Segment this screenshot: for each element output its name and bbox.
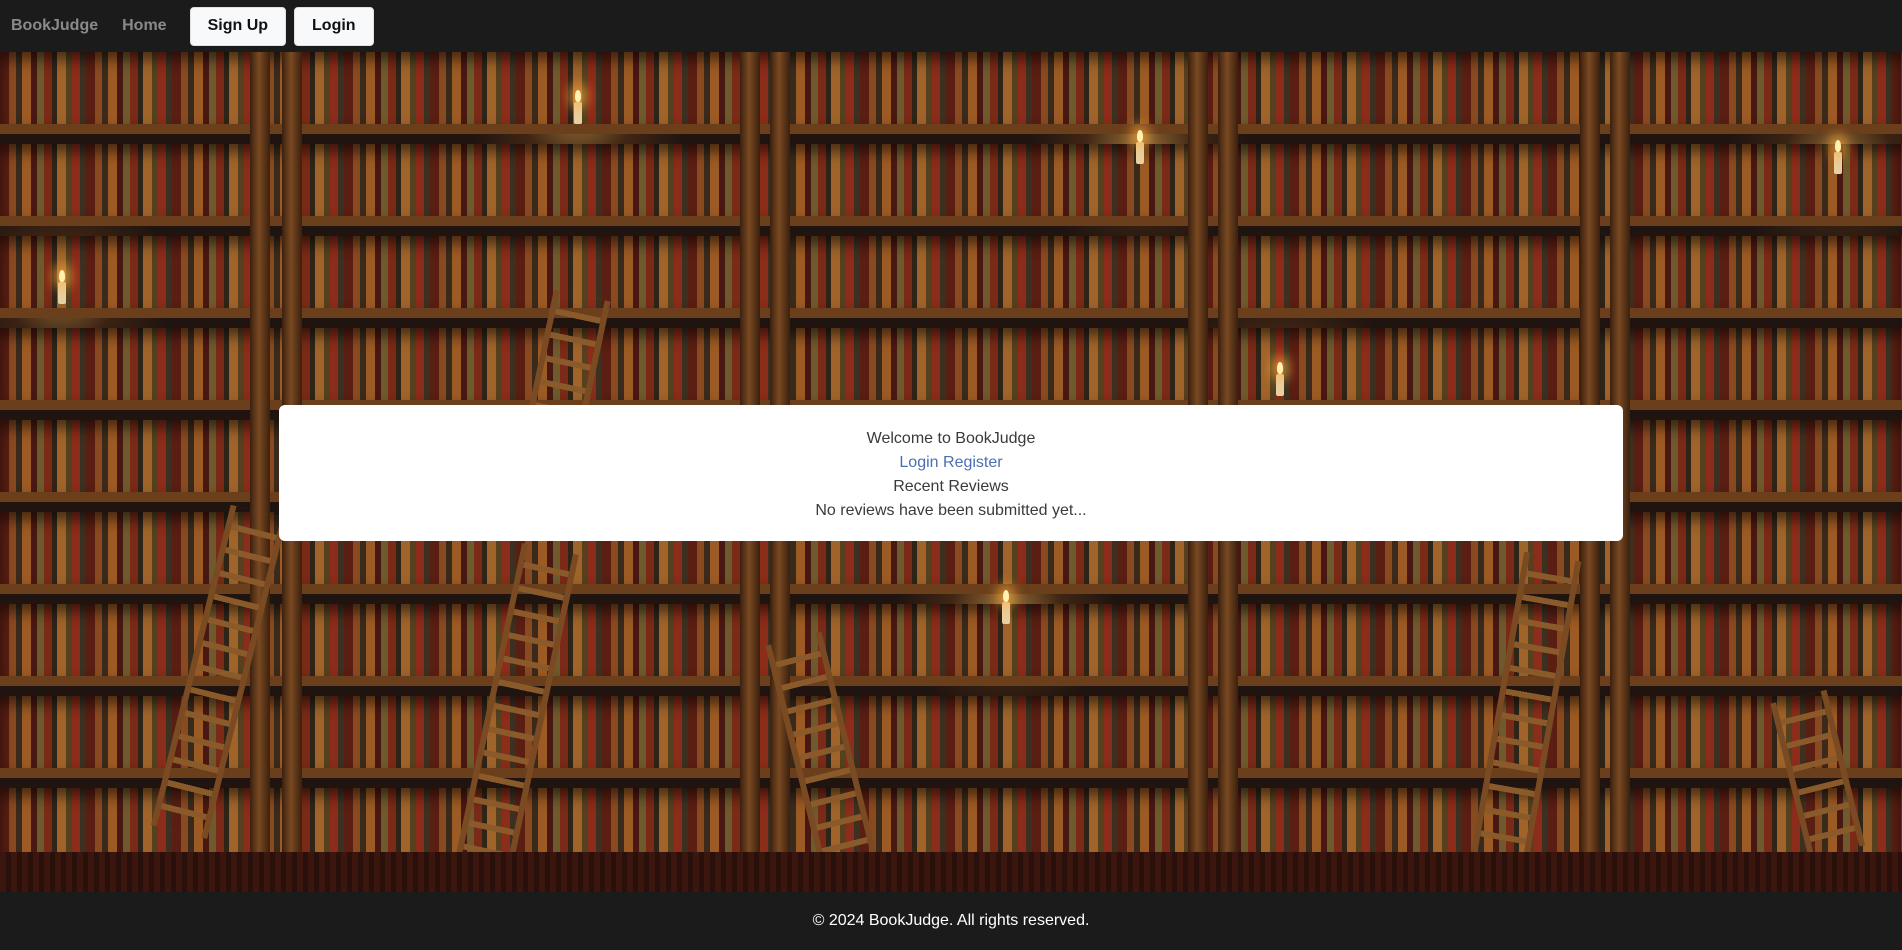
nav-home-link[interactable]: Home	[122, 17, 166, 35]
register-link[interactable]: Register	[943, 454, 1003, 471]
candle-icon	[1834, 140, 1842, 174]
floor	[0, 852, 1902, 892]
auth-links: Login Register	[279, 451, 1623, 475]
no-reviews-message: No reviews have been submitted yet...	[815, 502, 1087, 519]
brand-link[interactable]: BookJudge	[11, 17, 98, 35]
candle-icon	[1276, 362, 1284, 396]
candle-icon	[1136, 130, 1144, 164]
welcome-title: Welcome to BookJudge	[866, 430, 1036, 447]
candle-icon	[1002, 590, 1010, 624]
recent-reviews-heading: Recent Reviews	[893, 478, 1009, 495]
candle-icon	[58, 270, 66, 304]
candle-icon	[574, 90, 582, 124]
top-navbar: BookJudge Home Sign Up Login	[0, 0, 1902, 52]
welcome-panel: Welcome to BookJudge Login Register Rece…	[279, 405, 1623, 541]
login-button[interactable]: Login	[294, 6, 374, 46]
copyright-text: © 2024 BookJudge. All rights reserved.	[812, 912, 1090, 929]
login-link[interactable]: Login	[899, 454, 938, 471]
footer: © 2024 BookJudge. All rights reserved.	[0, 892, 1902, 950]
shelf-upright	[250, 52, 270, 892]
signup-button[interactable]: Sign Up	[189, 6, 287, 46]
